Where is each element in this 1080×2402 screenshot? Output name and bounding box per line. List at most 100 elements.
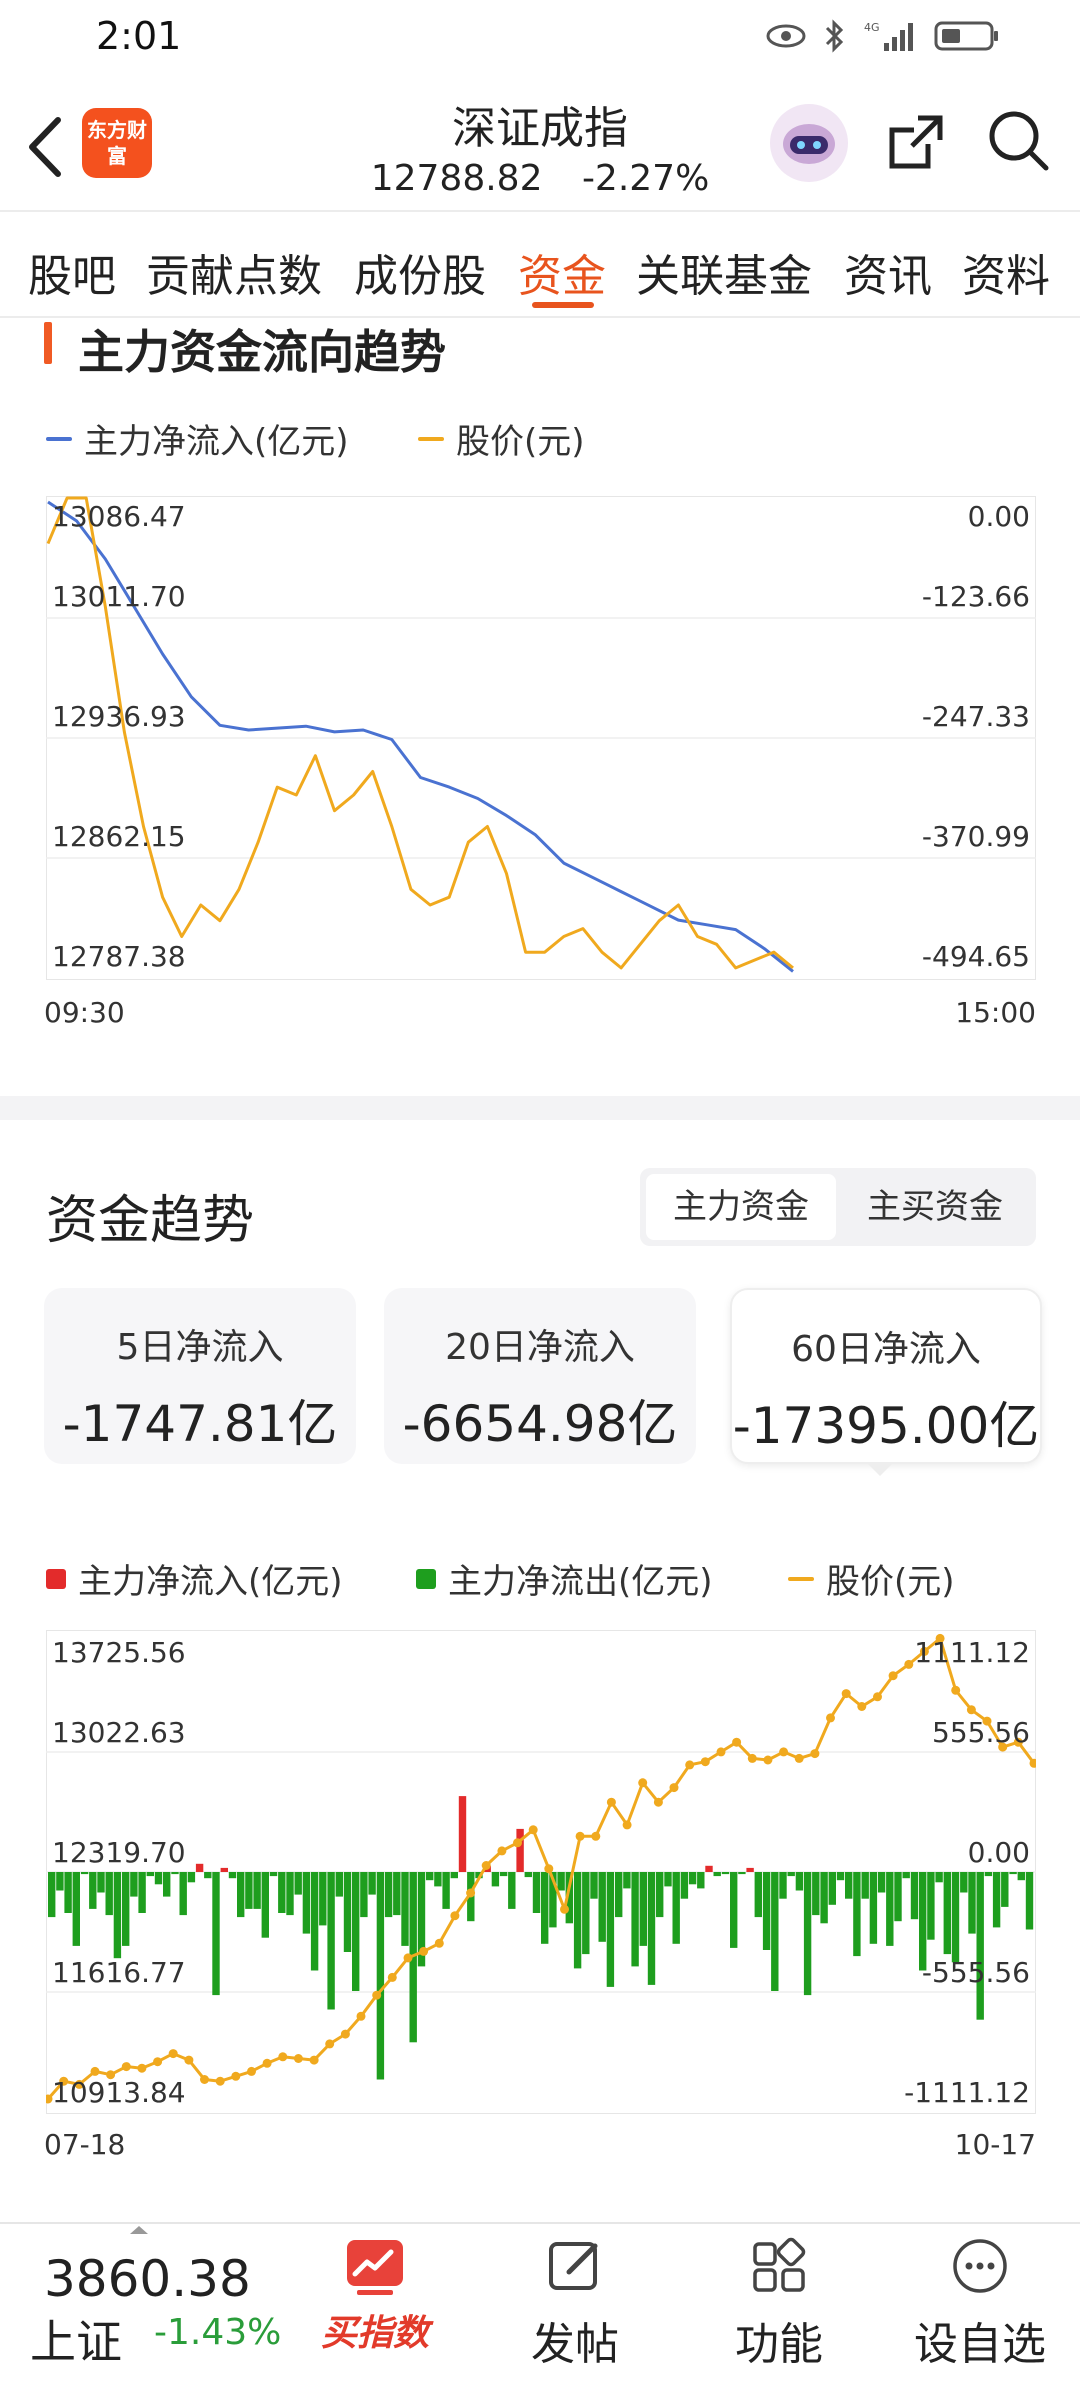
price-point <box>700 1757 710 1767</box>
outflow-bar <box>984 1872 993 1877</box>
card-20day[interactable]: 20日净流入 -6654.98亿 <box>384 1288 696 1464</box>
price-point <box>653 1797 663 1807</box>
outflow-bar <box>508 1872 516 1909</box>
y-left-tick: 12936.93 <box>52 700 186 733</box>
price-point <box>857 1702 867 1711</box>
outflow-bar <box>647 1872 656 1985</box>
share-icon[interactable] <box>884 110 948 174</box>
outflow-bar <box>836 1872 845 1881</box>
price-point <box>575 1831 585 1841</box>
price-point <box>873 1692 882 1702</box>
outflow-bar <box>877 1872 886 1893</box>
outflow-bar <box>278 1872 286 1913</box>
price-point <box>309 2055 319 2065</box>
sh-index-value[interactable]: 3860.38 <box>44 2250 251 2308</box>
trend-legend-price: 股价(元) <box>788 1554 955 1603</box>
grid-icon <box>753 2237 806 2292</box>
flow-legend-inflow: 主力净流入(亿元) <box>46 414 349 463</box>
outflow-bar <box>869 1872 878 1944</box>
inflow-bar <box>746 1867 754 1872</box>
y-right-tick: 1111.12 <box>914 1636 1030 1669</box>
outflow-bar <box>343 1872 352 1952</box>
nav-label: 发帖 <box>531 2319 619 2370</box>
price-point <box>747 1753 757 1763</box>
card-value: -17395.00亿 <box>732 1397 1040 1455</box>
tab-guba[interactable]: 股吧 <box>28 240 116 304</box>
flow-legend-price: 股价(元) <box>418 414 585 463</box>
nav-functions[interactable]: 功能 <box>714 2236 844 2372</box>
outflow-bar <box>672 1872 680 1944</box>
outflow-bar <box>664 1872 672 1887</box>
price-point <box>732 1737 742 1747</box>
legend-line-orange <box>788 1576 814 1581</box>
legend-line-orange <box>418 436 444 441</box>
card-label: 5日净流入 <box>116 1327 284 1368</box>
price-point <box>622 1820 632 1830</box>
price-point <box>544 1864 554 1874</box>
nav-buy-index[interactable]: 买指数 <box>310 2236 440 2356</box>
toggle-main-funds[interactable]: 主力资金 <box>646 1174 836 1240</box>
price-point <box>528 1825 538 1835</box>
outflow-bar <box>894 1872 902 1922</box>
tab-funds[interactable]: 资金 <box>518 240 606 304</box>
legend-label: 主力净流入(亿元) <box>84 422 349 462</box>
tab-contribution[interactable]: 贡献点数 <box>146 240 322 304</box>
inflow-bar <box>195 1863 204 1872</box>
expand-up-icon[interactable] <box>128 2224 150 2236</box>
outflow-bar <box>631 1872 639 1967</box>
price-point <box>137 2063 147 2073</box>
x-end-label: 15:00 <box>955 996 1036 1029</box>
legend-label: 主力净流入(亿元) <box>78 1562 343 1602</box>
y-right-tick: 0.00 <box>967 500 1030 533</box>
price-point <box>466 1888 476 1898</box>
outflow-bar <box>656 1872 664 1918</box>
nav-add-watchlist[interactable]: 设自选 <box>900 2236 1060 2372</box>
more-icon <box>953 2239 1007 2293</box>
outflow-bar <box>48 1872 56 1918</box>
outflow-bar <box>779 1872 787 1899</box>
legend-label: 股价(元) <box>826 1562 955 1602</box>
y-left-tick: 12862.15 <box>52 820 186 853</box>
section-marker <box>44 322 52 364</box>
outflow-bar <box>606 1872 615 1987</box>
outflow-bar <box>861 1872 869 1899</box>
outflow-bar <box>532 1872 541 1913</box>
outflow-bar <box>1009 1872 1017 1875</box>
outflow-bar <box>730 1872 738 1948</box>
outflow-bar <box>80 1872 89 1875</box>
outflow-bar <box>122 1872 130 1946</box>
tab-constituents[interactable]: 成份股 <box>354 240 486 304</box>
outflow-bar <box>754 1872 762 1918</box>
price-point <box>497 1846 507 1856</box>
legend-line-blue <box>46 436 72 441</box>
tab-profile[interactable]: 资料 <box>962 240 1050 304</box>
search-icon[interactable] <box>986 108 1052 174</box>
index-change: -2.27% <box>581 158 710 199</box>
status-time: 2:01 <box>96 14 182 58</box>
price-point <box>606 1797 616 1807</box>
tab-related-funds[interactable]: 关联基金 <box>636 240 812 304</box>
outflow-bar <box>927 1872 935 1940</box>
price-point <box>215 2076 225 2086</box>
assistant-robot-icon[interactable] <box>770 104 848 182</box>
outflow-bar <box>434 1872 442 1887</box>
outflow-bar <box>886 1872 894 1946</box>
outflow-bar <box>237 1872 245 1918</box>
y-left-tick: 13086.47 <box>52 500 186 533</box>
outflow-bar <box>771 1872 779 1991</box>
nav-post[interactable]: 发帖 <box>510 2236 640 2372</box>
outflow-bar <box>376 1872 385 2080</box>
card-60day[interactable]: 60日净流入 -17395.00亿 <box>730 1288 1042 1464</box>
card-value: -1747.81亿 <box>62 1395 338 1453</box>
toggle-buy-funds[interactable]: 主买资金 <box>840 1174 1030 1240</box>
outflow-bar <box>491 1872 500 1887</box>
inflow-bar <box>458 1796 467 1872</box>
trend-legend-inflow: 主力净流入(亿元) <box>46 1554 343 1603</box>
outflow-bar <box>795 1872 804 1891</box>
outflow-bar <box>688 1872 697 1885</box>
nav-label: 设自选 <box>914 2319 1046 2370</box>
card-5day[interactable]: 5日净流入 -1747.81亿 <box>44 1288 356 1464</box>
x-start-label: 09:30 <box>44 996 125 1029</box>
tab-news[interactable]: 资讯 <box>844 240 932 304</box>
price-point <box>591 1831 601 1841</box>
